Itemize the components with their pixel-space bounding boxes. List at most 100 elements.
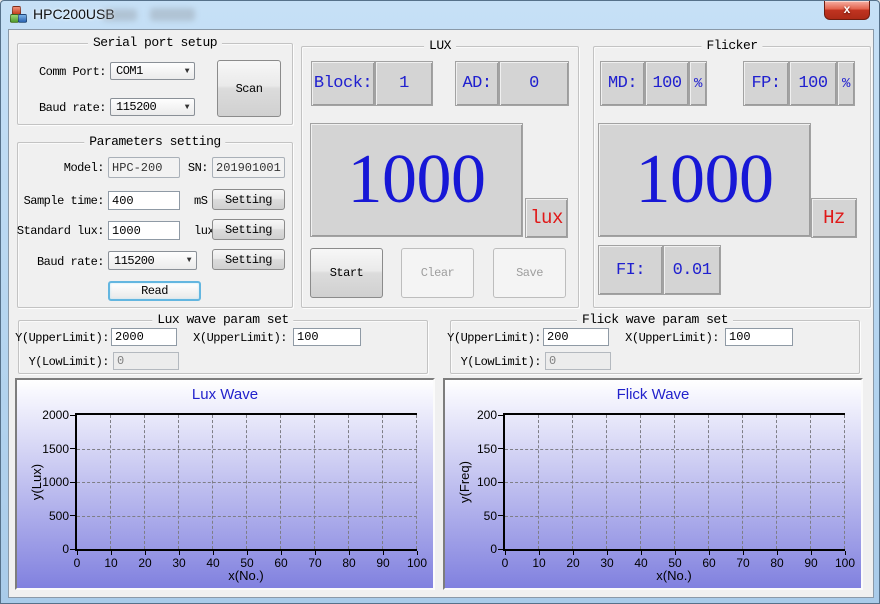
lux-group-legend: LUX <box>424 38 456 53</box>
x-tick <box>281 551 282 555</box>
model-field[interactable] <box>108 157 180 178</box>
sample-time-setting-button[interactable]: Setting <box>212 189 285 210</box>
md-value-panel: 100 <box>645 61 689 106</box>
x-tick-label: 60 <box>692 556 726 570</box>
param-baud-rate-select[interactable]: 115200 ▼ <box>108 251 197 270</box>
chevron-down-icon: ▼ <box>185 103 189 112</box>
model-label: Model: <box>18 161 104 175</box>
x-tick-label: 100 <box>828 556 862 570</box>
comm-port-label: Comm Port: <box>18 65 106 79</box>
param-baud-rate-value: 115200 <box>114 254 154 268</box>
x-tick-label: 30 <box>162 556 196 570</box>
fp-label-panel: FP: <box>743 61 789 106</box>
y-tick-label: 1000 <box>25 475 69 489</box>
x-tick-label: 90 <box>794 556 828 570</box>
lux-unit-panel: lux <box>525 198 568 238</box>
x-tick <box>417 551 418 555</box>
lux-x-upper-input[interactable] <box>293 328 361 346</box>
x-tick <box>349 551 350 555</box>
x-tick-label: 20 <box>556 556 590 570</box>
start-button[interactable]: Start <box>310 248 383 298</box>
y-tick-label: 200 <box>453 408 497 422</box>
flick-chart-title: Flick Wave <box>445 386 861 403</box>
serial-port-group: Serial port setup Comm Port: COM1 ▼ Baud… <box>17 43 293 125</box>
flick-wave-param-legend: Flick wave param set <box>577 312 733 327</box>
standard-lux-input[interactable] <box>108 221 180 240</box>
x-tick-label: 50 <box>658 556 692 570</box>
lux-y-upper-input[interactable] <box>111 328 177 346</box>
baud-rate-setting-button[interactable]: Setting <box>212 249 285 270</box>
flick-y-upper-input[interactable] <box>543 328 609 346</box>
sample-time-input[interactable] <box>108 191 180 210</box>
comm-port-value: COM1 <box>116 64 143 78</box>
lux-chart-title: Lux Wave <box>17 386 433 403</box>
y-tick-label: 150 <box>453 442 497 456</box>
lux-chart-plot-area <box>75 413 417 551</box>
lux-wave-param-group: Lux wave param set Y(UpperLimit): X(Uppe… <box>18 320 428 374</box>
y-tick <box>498 482 503 483</box>
baud-rate-value: 115200 <box>116 100 156 114</box>
close-icon: x <box>844 2 851 16</box>
gridline <box>77 449 417 450</box>
y-tick <box>498 448 503 449</box>
param-baud-rate-label: Baud rate: <box>18 255 104 269</box>
flicker-group: Flicker MD: 100 % FP: 100 % 1000 Hz FI: … <box>593 46 871 308</box>
flick-y-low-label: Y(LowLimit): <box>445 355 541 369</box>
clear-button[interactable]: Clear <box>401 248 474 298</box>
comm-port-select[interactable]: COM1 ▼ <box>110 62 195 80</box>
baud-rate-select[interactable]: 115200 ▼ <box>110 98 195 116</box>
flick-wave-chart: Flick Wave y(Freq) x(No.) 01020304050607… <box>443 378 863 590</box>
y-tick <box>70 549 75 550</box>
y-tick-label: 500 <box>25 509 69 523</box>
save-button[interactable]: Save <box>493 248 566 298</box>
block-value-panel: 1 <box>375 61 433 106</box>
flick-x-upper-input[interactable] <box>725 328 793 346</box>
flick-chart-x-axis-label: x(No.) <box>503 568 845 583</box>
app-window: HPC200USB x Serial port setup Comm Port:… <box>0 0 880 604</box>
x-tick <box>145 551 146 555</box>
x-tick-label: 40 <box>196 556 230 570</box>
lux-wave-chart: Lux Wave y(Lux) x(No.) 01020304050607080… <box>15 378 435 590</box>
x-tick-label: 80 <box>332 556 366 570</box>
x-tick-label: 40 <box>624 556 658 570</box>
x-tick-label: 10 <box>522 556 556 570</box>
ad-label-panel: AD: <box>455 61 499 106</box>
read-button[interactable]: Read <box>108 281 201 301</box>
standard-lux-setting-button[interactable]: Setting <box>212 219 285 240</box>
sn-field[interactable] <box>212 157 285 178</box>
parameters-group-legend: Parameters setting <box>84 134 225 149</box>
x-tick <box>77 551 78 555</box>
x-tick-label: 70 <box>726 556 760 570</box>
flick-y-upper-label: Y(UpperLimit): <box>445 331 541 345</box>
flicker-display: 1000 <box>598 123 811 237</box>
blurred-watermark <box>150 8 195 21</box>
flick-x-upper-label: X(UpperLimit): <box>619 331 719 345</box>
x-tick <box>505 551 506 555</box>
x-tick <box>213 551 214 555</box>
x-tick <box>111 551 112 555</box>
y-tick <box>70 515 75 516</box>
x-tick <box>845 551 846 555</box>
x-tick-label: 0 <box>60 556 94 570</box>
standard-lux-label: Standard lux: <box>14 224 104 238</box>
x-tick <box>811 551 812 555</box>
x-tick <box>675 551 676 555</box>
x-tick-label: 70 <box>298 556 332 570</box>
y-tick <box>70 482 75 483</box>
lux-wave-param-legend: Lux wave param set <box>152 312 293 327</box>
x-tick-label: 60 <box>264 556 298 570</box>
sn-label: SN: <box>178 161 208 175</box>
scan-button[interactable]: Scan <box>217 60 281 117</box>
x-tick-label: 10 <box>94 556 128 570</box>
x-tick-label: 80 <box>760 556 794 570</box>
md-unit-panel: % <box>689 61 707 106</box>
lux-y-low-label: Y(LowLimit): <box>13 355 109 369</box>
y-tick <box>70 415 75 416</box>
chevron-down-icon: ▼ <box>187 256 191 265</box>
x-tick-label: 30 <box>590 556 624 570</box>
y-tick <box>498 549 503 550</box>
x-tick-label: 20 <box>128 556 162 570</box>
y-tick-label: 1500 <box>25 442 69 456</box>
close-button[interactable]: x <box>824 1 870 20</box>
x-tick <box>641 551 642 555</box>
